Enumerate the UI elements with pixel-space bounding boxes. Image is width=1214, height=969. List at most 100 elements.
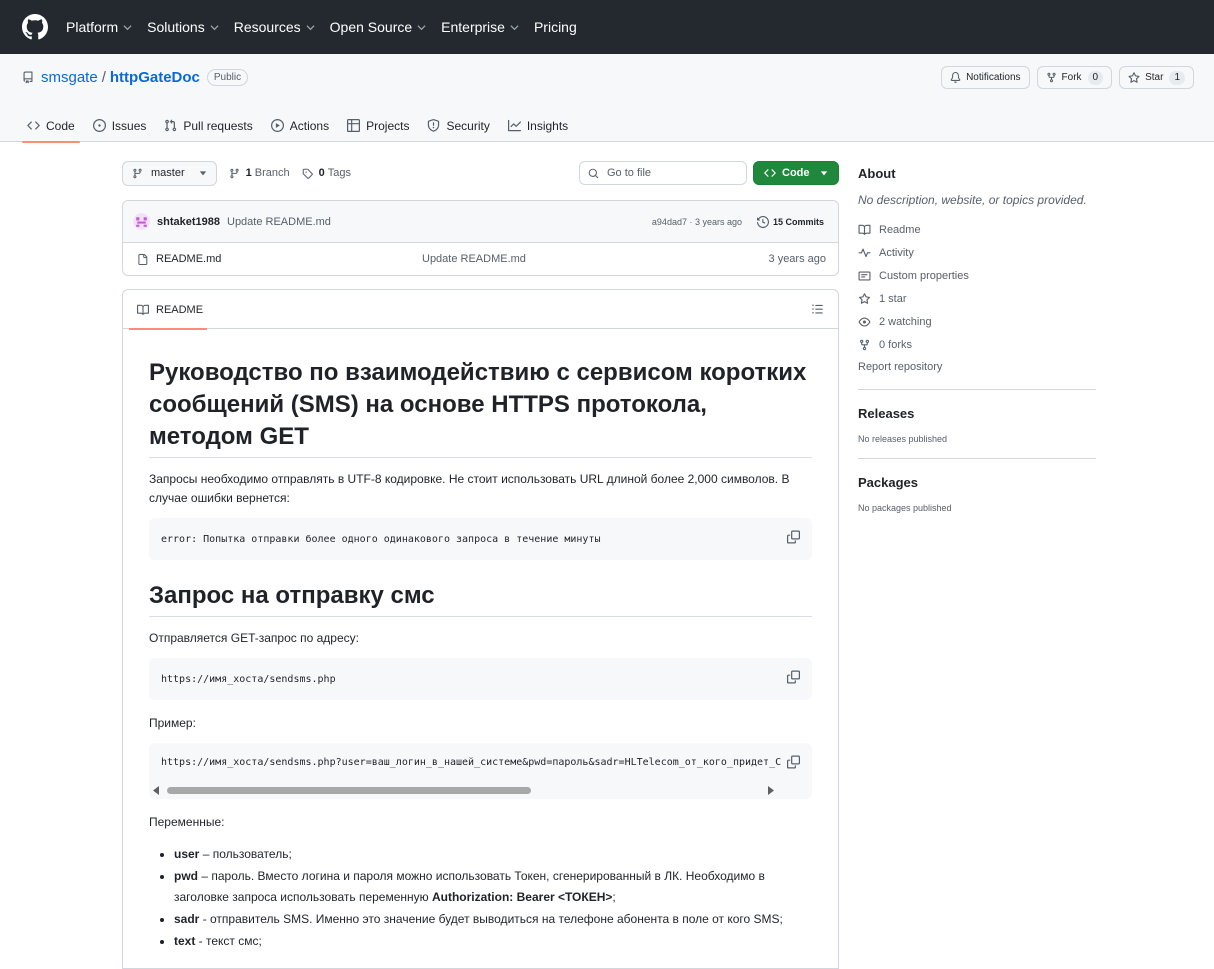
chevron-down-icon — [417, 24, 426, 30]
pulse-icon — [858, 248, 871, 257]
file-commit-message[interactable]: Update README.md — [422, 253, 526, 265]
go-to-file-box — [579, 161, 747, 185]
packages-heading[interactable]: Packages — [858, 469, 1096, 497]
topnav-enterprise[interactable]: Enterprise — [441, 19, 519, 35]
topnav-label: Open Source — [329, 19, 413, 35]
tab-issues[interactable]: Issues — [86, 109, 154, 142]
scroll-right-arrow-icon[interactable] — [767, 786, 774, 795]
packages-empty-text: No packages published — [858, 503, 952, 513]
tab-label: Actions — [289, 118, 330, 133]
code-text: https://имя_хоста/sendsms.php — [161, 673, 336, 685]
tab-insights[interactable]: Insights — [501, 109, 575, 142]
commit-hash-age[interactable]: a94dad7 · 3 years ago — [652, 217, 742, 227]
tab-code[interactable]: Code — [20, 109, 82, 143]
var-tail: ; — [612, 890, 616, 904]
branches-count: 1 — [245, 167, 252, 179]
git-pull-request-icon — [165, 119, 177, 132]
readme-vars-label: Переменные: — [149, 815, 225, 829]
main-content: master 1 Branch 0 Tags Code — [122, 160, 839, 969]
list-item: pwd – пароль. Вместо логина и пароля мож… — [174, 866, 812, 908]
variables-list: user – пользователь; pwd – пароль. Вмест… — [149, 844, 812, 952]
tab-label: Issues — [111, 118, 147, 133]
topnav-solutions[interactable]: Solutions — [147, 19, 219, 35]
topnav-label: Platform — [66, 19, 119, 35]
topnav-label: Resources — [233, 19, 301, 35]
star-label: Star — [1145, 72, 1164, 83]
visibility-badge: Public — [206, 69, 249, 86]
readme-tab-label: README — [156, 303, 204, 316]
copy-icon[interactable] — [783, 530, 800, 544]
tab-label: Code — [46, 118, 75, 133]
tab-pull-requests[interactable]: Pull requests — [157, 109, 259, 142]
code-block-error: error: Попытка отправки более одного оди… — [149, 518, 812, 560]
eye-icon — [858, 317, 871, 326]
star-icon — [1128, 71, 1140, 83]
scrollbar-thumb[interactable] — [167, 787, 531, 794]
releases-heading[interactable]: Releases — [858, 400, 1096, 428]
file-name-link[interactable]: README.md — [156, 253, 221, 265]
file-toolbar: master 1 Branch 0 Tags Code — [122, 160, 839, 186]
star-button[interactable]: Star 1 — [1119, 66, 1194, 89]
readme-tab[interactable]: README — [129, 290, 207, 330]
copy-icon[interactable] — [783, 670, 800, 684]
avatar[interactable] — [133, 213, 150, 230]
commit-message[interactable]: Update README.md — [227, 216, 331, 228]
sidebar-custom-properties-link[interactable]: Custom properties — [858, 264, 1096, 287]
var-key: user — [174, 847, 200, 861]
notifications-label: Notifications — [966, 72, 1021, 83]
file-list: shtaket1988 Update README.md a94dad7 · 3… — [122, 200, 839, 276]
commit-author[interactable]: shtaket1988 — [157, 216, 220, 228]
bell-icon — [950, 72, 961, 83]
horizontal-scrollbar[interactable] — [153, 785, 774, 795]
scroll-left-arrow-icon[interactable] — [153, 786, 160, 795]
caret-down-icon — [820, 171, 827, 176]
tags-count: 0 — [318, 167, 325, 179]
notifications-button[interactable]: Notifications — [941, 66, 1030, 89]
branches-link[interactable]: 1 Branch — [229, 167, 290, 179]
code-button-label: Code — [782, 167, 810, 179]
commits-history-link[interactable]: 15 Commits — [756, 215, 824, 228]
fork-button[interactable]: Fork 0 — [1036, 66, 1113, 89]
fork-icon — [860, 339, 869, 350]
tag-icon — [302, 168, 313, 179]
tab-label: Security — [446, 118, 490, 133]
code-icon — [764, 169, 776, 177]
shield-icon — [428, 119, 440, 132]
go-to-file-input[interactable] — [605, 166, 735, 180]
tab-actions[interactable]: Actions — [264, 109, 336, 142]
tab-projects[interactable]: Projects — [340, 109, 416, 142]
commits-count: 15 Commits — [772, 216, 824, 227]
report-repository-link[interactable]: Report repository — [858, 356, 1096, 379]
list-item: user – пользователь; — [174, 844, 812, 865]
sidebar-watchers-link[interactable]: 2 watching — [858, 310, 1096, 333]
topnav-resources[interactable]: Resources — [234, 19, 315, 35]
table-row: README.md Update README.md 3 years ago — [123, 243, 838, 275]
tags-link[interactable]: 0 Tags — [302, 167, 351, 179]
topnav-label: Enterprise — [441, 19, 505, 35]
tab-security[interactable]: Security — [420, 109, 496, 142]
topnav-pricing[interactable]: Pricing — [534, 19, 577, 35]
sidebar-link-label: Readme — [879, 223, 921, 236]
github-logo-icon[interactable] — [22, 14, 48, 40]
topnav-platform[interactable]: Platform — [66, 19, 132, 35]
repo-owner-link[interactable]: smsgate — [41, 69, 98, 86]
releases-empty-text: No releases published — [858, 434, 948, 444]
copy-icon[interactable] — [783, 755, 800, 769]
sidebar-forks-link[interactable]: 0 forks — [858, 333, 1096, 356]
branches-label: Branch — [254, 167, 290, 179]
branch-selector[interactable]: master — [122, 160, 217, 186]
repository-header: smsgate / httpGateDoc Public Notificatio… — [0, 54, 1214, 143]
book-icon — [858, 224, 871, 235]
code-dropdown-button[interactable]: Code — [753, 161, 839, 185]
sidebar-activity-link[interactable]: Activity — [858, 241, 1096, 264]
readme-send-paragraph: Отправляется GET-запрос по адресу: — [149, 631, 359, 645]
graph-icon — [507, 119, 521, 132]
sidebar-readme-link[interactable]: Readme — [858, 218, 1096, 241]
code-block-example: https://имя_хоста/sendsms.php?user=ваш_л… — [149, 743, 812, 799]
repo-name-link[interactable]: httpGateDoc — [110, 69, 200, 86]
path-separator: / — [101, 69, 106, 86]
sidebar-stars-link[interactable]: 1 star — [858, 287, 1096, 310]
readme-header: README — [123, 290, 838, 330]
topnav-open-source[interactable]: Open Source — [330, 19, 427, 35]
list-unordered-icon[interactable] — [811, 303, 824, 315]
